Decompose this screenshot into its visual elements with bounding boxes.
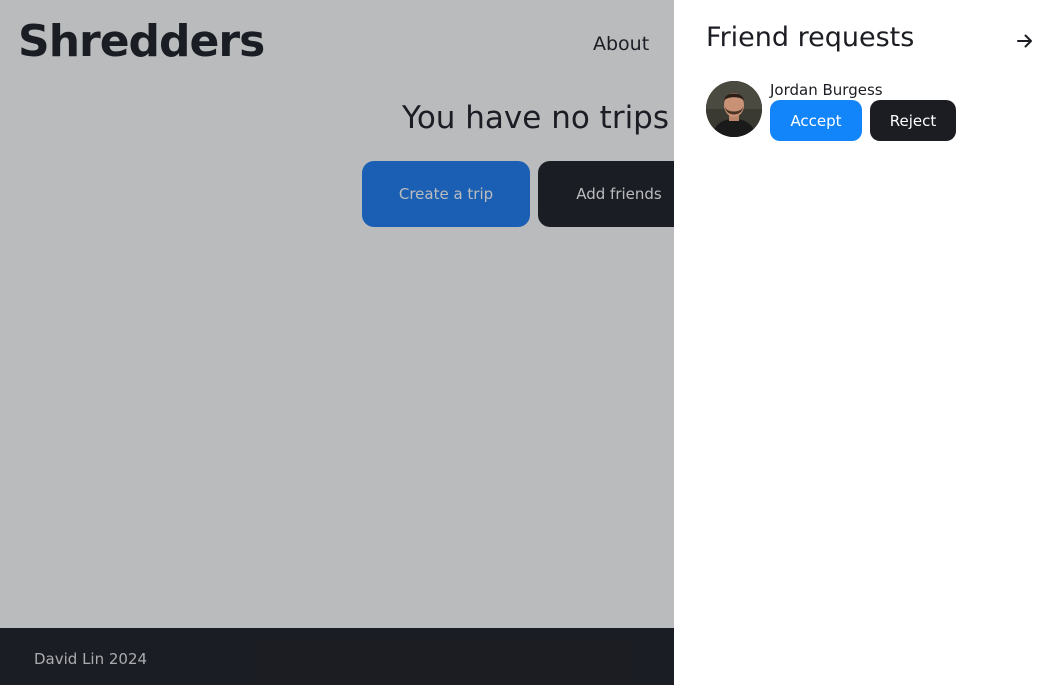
friend-requests-drawer: Friend requests Jordan Burgess Accept Re… bbox=[674, 0, 1061, 685]
avatar bbox=[706, 81, 762, 137]
friend-request-name: Jordan Burgess bbox=[770, 81, 883, 99]
drawer-title: Friend requests bbox=[706, 22, 915, 53]
accept-button[interactable]: Accept bbox=[770, 100, 862, 141]
app-page: Shredders About You have no trips Create… bbox=[0, 0, 1061, 685]
arrow-right-icon[interactable] bbox=[1012, 28, 1038, 54]
reject-button[interactable]: Reject bbox=[870, 100, 956, 141]
friend-request-item: Jordan Burgess Accept Reject bbox=[706, 81, 1036, 141]
